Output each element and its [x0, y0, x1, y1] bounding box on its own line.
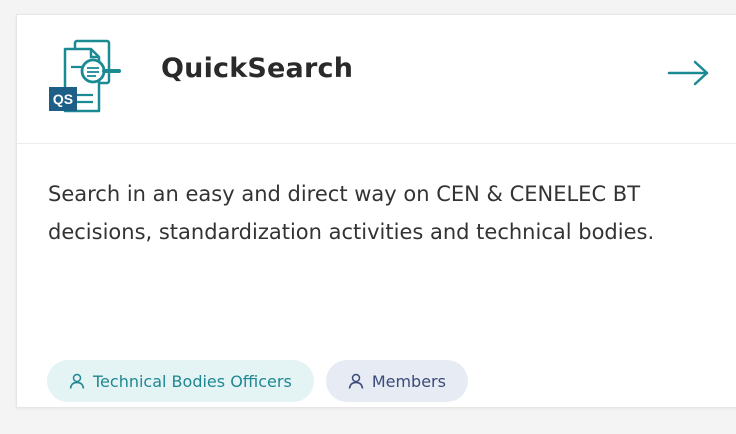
user-icon [69, 373, 85, 389]
quicksearch-logo-icon: QS [49, 39, 121, 113]
card-title: QuickSearch [161, 53, 354, 84]
quicksearch-card[interactable]: QS QuickSearch Search in an easy and dir… [16, 14, 736, 408]
card-header: QS QuickSearch [17, 15, 736, 144]
tag-members[interactable]: Members [325, 360, 468, 402]
user-icon [348, 373, 364, 389]
card-description: Search in an easy and direct way on CEN … [48, 182, 655, 244]
arrow-right-icon[interactable] [667, 59, 711, 87]
tag-label: Technical Bodies Officers [93, 371, 292, 391]
tag-label: Members [371, 371, 446, 391]
logo-badge-text: QS [53, 91, 73, 107]
tag-technical-bodies-officers[interactable]: Technical Bodies Officers [47, 360, 314, 402]
tag-list: Technical Bodies Officers Members [47, 360, 468, 402]
